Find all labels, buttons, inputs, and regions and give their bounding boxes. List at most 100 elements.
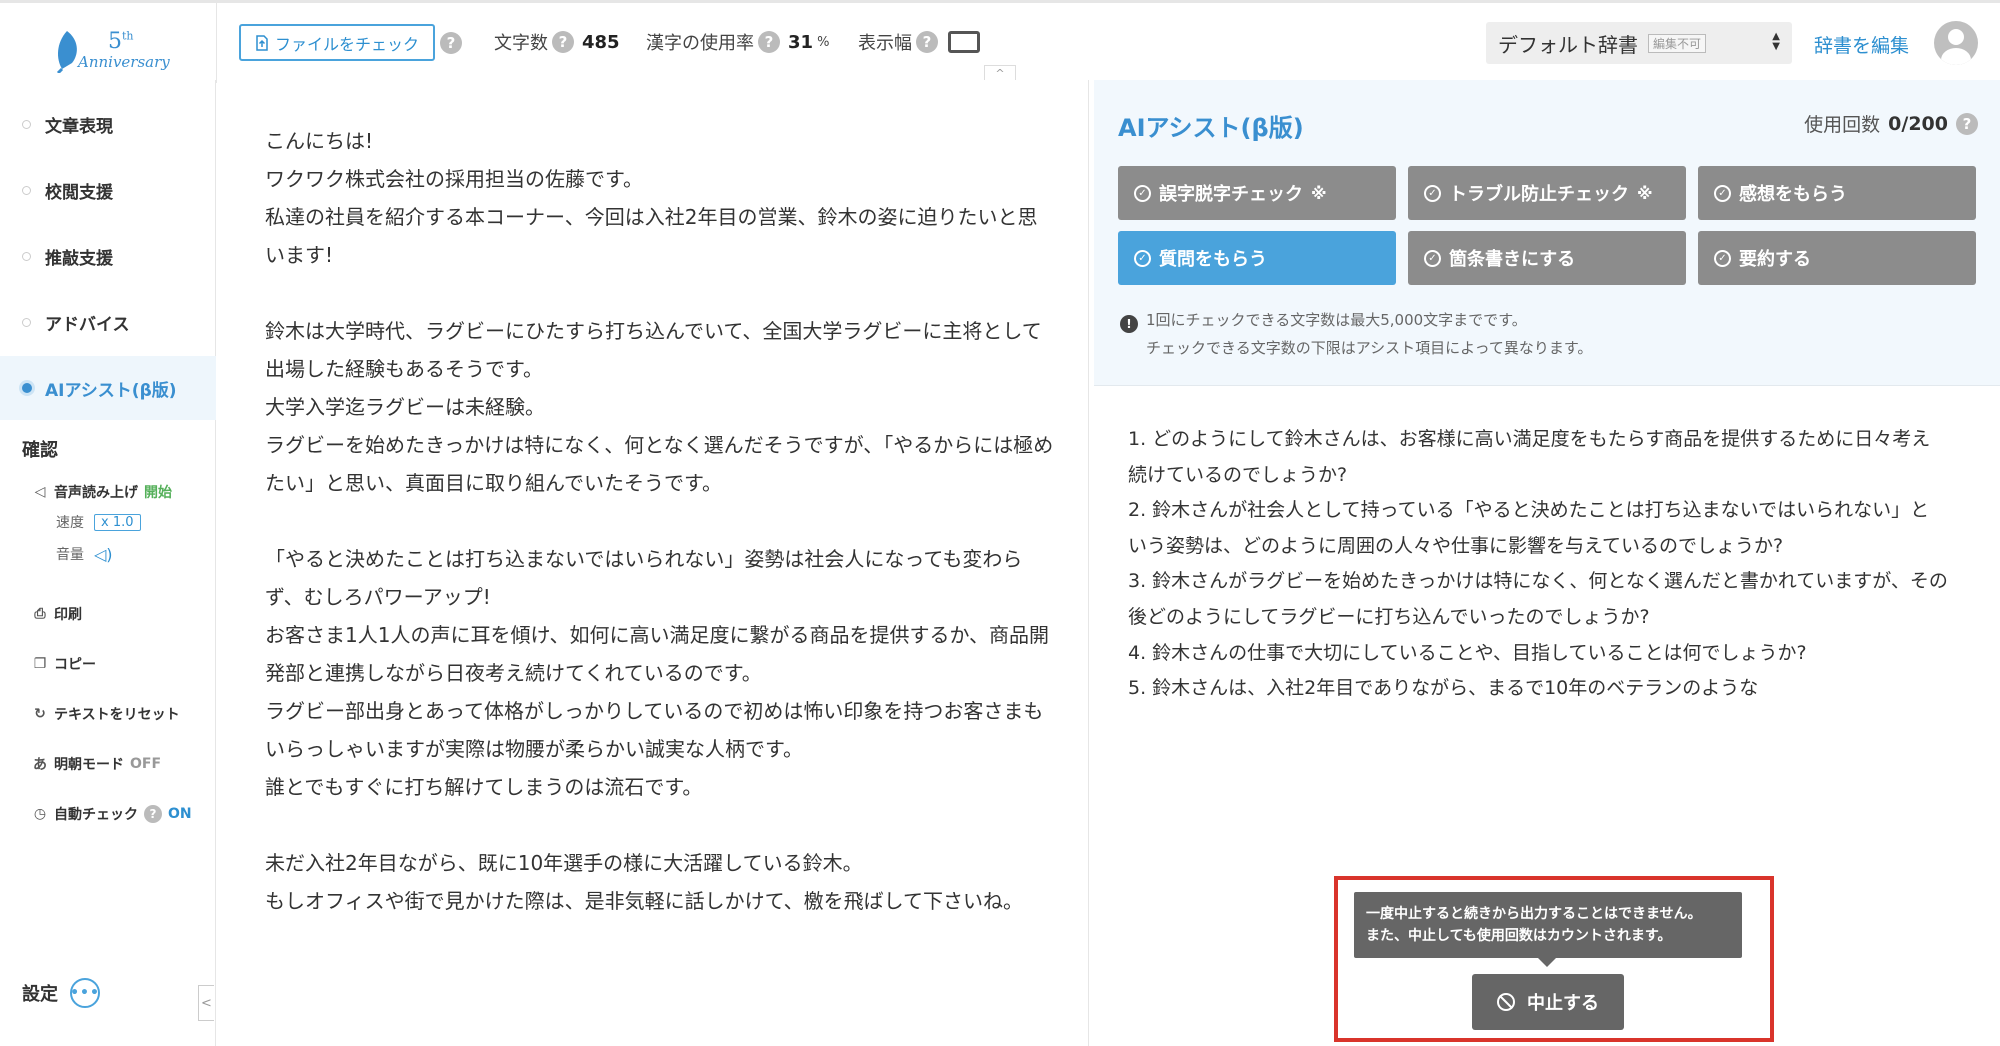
sidebar-item-proofreading[interactable]: 校閲支援 <box>0 158 216 222</box>
mincho-label: 明朝モード <box>54 757 124 773</box>
text-editor[interactable]: こんにちは! ワクワク株式会社の採用担当の佐藤です。 私達の社員を紹介する本コーナー… <box>217 80 1089 1046</box>
editor-content[interactable]: こんにちは! ワクワク株式会社の採用担当の佐藤です。 私達の社員を紹介する本コーナー… <box>265 122 1055 920</box>
volume-icon[interactable]: ◁) <box>94 545 113 564</box>
stop-warning-tooltip: 一度中止すると続きから出力することはできません。 また、中止しても使用回数はカウ… <box>1354 892 1742 958</box>
kanji-rate-help-icon[interactable]: ? <box>758 31 780 53</box>
check-circle-icon: ✓ <box>1714 184 1731 202</box>
copy-button[interactable]: ❐ コピー <box>32 654 96 674</box>
editor-line[interactable] <box>265 806 1055 844</box>
editor-line[interactable] <box>265 274 1055 312</box>
file-check-button[interactable]: ファイルをチェック <box>239 24 435 61</box>
reset-label: テキストをリセット <box>54 707 180 723</box>
logo-number: 5 <box>108 29 122 54</box>
editor-line[interactable]: ワクワク株式会社の採用担当の佐藤です。 <box>265 160 1055 198</box>
editor-line[interactable]: 私達の社員を紹介する本コーナー、今回は入社2年目の営業、鈴木の姿に迫りたいと思い… <box>265 198 1055 274</box>
more-options-icon[interactable]: ••• <box>70 978 100 1008</box>
editor-line[interactable]: もしオフィスや街で見かけた際は、是非気軽に話しかけて、檄を飛ばして下さいね。 <box>265 882 1055 920</box>
typo-check-button[interactable]: ✓ 誤字脱字チェック ※ <box>1118 166 1396 220</box>
summarize-button[interactable]: ✓ 要約する <box>1698 231 1976 285</box>
volume-row: 音量 ◁) <box>56 544 113 564</box>
autocheck-help-icon[interactable]: ? <box>144 805 162 823</box>
ai-button-label: 箇条書きにする <box>1449 249 1576 270</box>
editor-line[interactable]: 「やると決めたことは打ち込まないではいられない」姿勢は社会人になっても変わらず、… <box>265 540 1055 616</box>
ai-output-item: 1. どのようにして鈴木さんは、お客様に高い満足度をもたらす商品を提供するために… <box>1128 428 1931 486</box>
kanji-rate-unit: % <box>817 34 830 50</box>
tts-start-button[interactable]: 開始 <box>144 482 172 502</box>
settings-label: 設定 <box>22 984 58 1005</box>
editor-line[interactable]: ラグビーを始めたきっかけは特になく、何となく選んだそうですが、「やるからには極め… <box>265 426 1055 502</box>
ai-output-item: 2. 鈴木さんが社会人として持っている「やると決めたことは打ち込まないではいられ… <box>1128 499 1930 557</box>
logo-text: Anniversary <box>78 53 170 71</box>
editor-line[interactable]: 大学入学迄ラグビーは未経験。 <box>265 388 1055 426</box>
tooltip-line-1: 一度中止すると続きから出力することはできません。 <box>1366 906 1702 922</box>
ai-button-label: 要約する <box>1739 249 1811 270</box>
sidebar-item-revision[interactable]: 推敲支援 <box>0 224 216 288</box>
tts-row: ◁ 音声読み上げ 開始 <box>32 482 172 502</box>
char-count-value: 485 <box>582 31 620 53</box>
sidebar-item-label: AIアシスト(β版) <box>45 380 177 401</box>
check-circle-icon: ✓ <box>1134 249 1151 267</box>
volume-label: 音量 <box>56 547 84 563</box>
confirm-heading: 確認 <box>22 440 58 461</box>
reset-icon: ↻ <box>34 706 46 722</box>
editor-line[interactable]: こんにちは! <box>265 122 1055 160</box>
stop-label: 中止する <box>1527 993 1599 1014</box>
speed-row: 速度 x 1.0 <box>56 512 141 532</box>
print-button[interactable]: ⎙ 印刷 <box>32 604 82 624</box>
display-width-toggle[interactable] <box>948 31 980 53</box>
display-width-help-icon[interactable]: ? <box>916 31 938 53</box>
check-circle-icon: ✓ <box>1424 249 1441 267</box>
get-feedback-button[interactable]: ✓ 感想をもらう <box>1698 166 1976 220</box>
sidebar-item-expression[interactable]: 文章表現 <box>0 92 216 156</box>
check-circle-icon: ✓ <box>1714 249 1731 267</box>
editor-line[interactable]: お客さま1人1人の声に耳を傾け、如何に高い満足度に繋がる商品を提供するか、商品開… <box>265 616 1055 692</box>
ai-button-mark: ※ <box>1637 183 1653 203</box>
ai-button-label: 質問をもらう <box>1159 249 1267 270</box>
editor-line[interactable]: 鈴木は大学時代、ラグビーにひたすら打ち込んでいて、全国大学ラグビーに主将として出… <box>265 312 1055 388</box>
ai-button-label: 誤字脱字チェック <box>1159 184 1303 205</box>
bullet-points-button[interactable]: ✓ 箇条書きにする <box>1408 231 1686 285</box>
get-questions-button[interactable]: ✓ 質問をもらう <box>1118 231 1396 285</box>
editor-line[interactable]: 誰とでもすぐに打ち解けてしまうのは流石です。 <box>265 768 1055 806</box>
trouble-check-button[interactable]: ✓ トラブル防止チェック ※ <box>1408 166 1686 220</box>
file-check-help-icon[interactable]: ? <box>440 32 462 54</box>
tooltip-tail <box>1538 958 1556 967</box>
radio-dot-icon <box>22 317 31 327</box>
ai-assist-panel: AIアシスト(β版) 使用回数 0/200 ? ✓ 誤字脱字チェック ※ ✓ ト… <box>1094 80 2000 386</box>
font-a-icon: あ <box>33 757 47 773</box>
speed-select[interactable]: x 1.0 <box>94 513 141 531</box>
radio-dot-icon <box>22 119 31 129</box>
reset-text-button[interactable]: ↻ テキストをリセット <box>32 704 180 724</box>
char-count-help-icon[interactable]: ? <box>552 31 574 53</box>
ai-assist-title: AIアシスト(β版) <box>1118 114 1304 142</box>
mincho-mode-toggle[interactable]: あ 明朝モード OFF <box>32 754 161 774</box>
user-avatar[interactable] <box>1934 21 1978 65</box>
prohibit-icon <box>1497 993 1515 1011</box>
ai-button-label: 感想をもらう <box>1739 184 1847 205</box>
speaker-icon: ◁ <box>34 484 46 500</box>
radio-dot-icon <box>22 185 31 195</box>
dictionary-select[interactable]: デフォルト辞書 編集不可 ▲ ▼ <box>1486 22 1792 64</box>
sidebar-item-advice[interactable]: アドバイス <box>0 290 216 354</box>
sidebar-item-label: 推敲支援 <box>45 248 113 269</box>
sidebar-item-label: 文章表現 <box>45 116 113 137</box>
editor-line[interactable]: 未だ入社2年目ながら、既に10年選手の様に大活躍している鈴木。 <box>265 844 1055 882</box>
editor-line[interactable] <box>265 502 1055 540</box>
select-arrows-icon: ▲ ▼ <box>1772 31 1780 52</box>
usage-label: 使用回数 <box>1804 114 1881 136</box>
printer-icon: ⎙ <box>34 606 46 622</box>
ai-button-label: トラブル防止チェック <box>1449 184 1629 205</box>
usage-value: 0/200 <box>1888 112 1948 135</box>
ai-output-text: 1. どのようにして鈴木さんは、お客様に高い満足度をもたらす商品を提供するために… <box>1128 422 1948 707</box>
edit-dictionary-link[interactable]: 辞書を編集 <box>1814 31 1909 58</box>
kanji-rate-label: 漢字の使用率 <box>646 33 754 54</box>
usage-help-icon[interactable]: ? <box>1956 112 1978 135</box>
autocheck-toggle[interactable]: ◷ 自動チェック ? ON <box>32 804 192 824</box>
editor-line[interactable]: ラグビー部出身とあって体格がしっかりしているので初めは怖い印象を持つお客さまもい… <box>265 692 1055 768</box>
sidebar-item-ai-assist[interactable]: AIアシスト(β版) <box>0 356 216 420</box>
sidebar-collapse-button[interactable]: < <box>198 985 214 1021</box>
copy-label: コピー <box>54 657 96 673</box>
ai-output-item: 5. 鈴木さんは、入社2年目でありながら、まるで10年のベテランのような <box>1128 677 1759 700</box>
stop-button[interactable]: 中止する <box>1472 974 1624 1030</box>
kanji-rate-value: 31 <box>788 31 814 53</box>
